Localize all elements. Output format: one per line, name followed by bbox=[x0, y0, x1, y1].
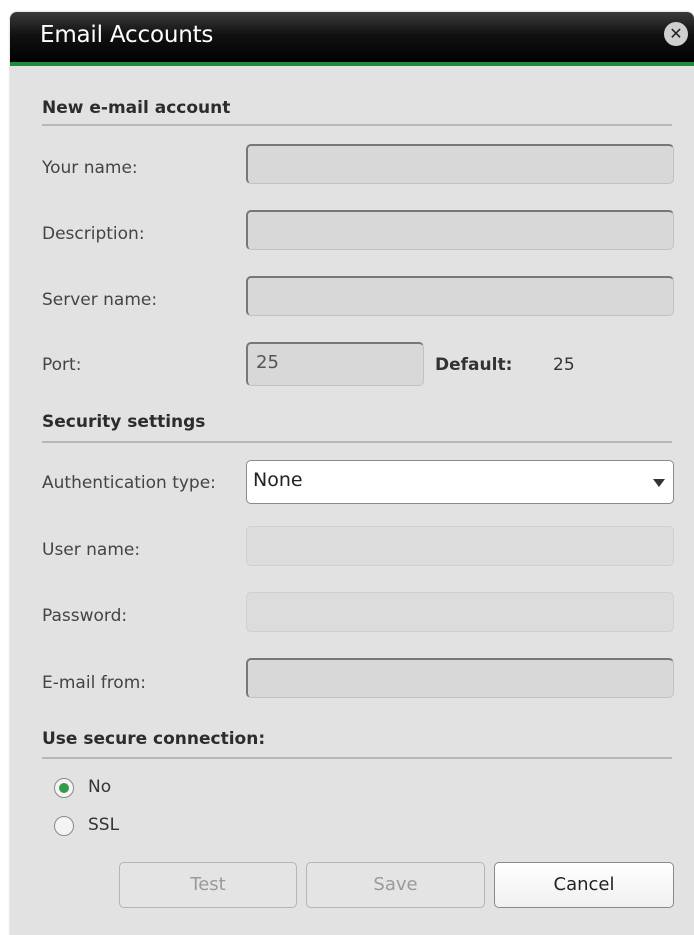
close-icon[interactable]: ✕ bbox=[664, 22, 688, 46]
save-button[interactable]: Save bbox=[306, 862, 485, 908]
your-name-label: Your name: bbox=[42, 158, 138, 178]
title-accent-line bbox=[10, 62, 694, 66]
radio-ssl-label[interactable]: SSL bbox=[88, 815, 119, 835]
server-name-input[interactable] bbox=[246, 276, 674, 316]
user-name-label: User name: bbox=[42, 540, 141, 560]
email-accounts-dialog: Email Accounts ✕ New e-mail account Your… bbox=[10, 12, 694, 935]
port-default-label: Default: bbox=[435, 355, 513, 375]
radio-ssl[interactable] bbox=[54, 816, 74, 836]
port-input[interactable]: 25 bbox=[246, 342, 424, 386]
test-button[interactable]: Test bbox=[119, 862, 297, 908]
port-default-value: 25 bbox=[553, 355, 575, 375]
section-divider bbox=[42, 124, 672, 126]
window-title: Email Accounts bbox=[40, 22, 214, 48]
chevron-down-icon bbox=[653, 479, 665, 487]
new-account-heading: New e-mail account bbox=[42, 98, 231, 118]
radio-no-label[interactable]: No bbox=[88, 777, 111, 797]
security-heading: Security settings bbox=[42, 412, 206, 432]
your-name-input[interactable] bbox=[246, 144, 674, 184]
description-input[interactable] bbox=[246, 210, 674, 250]
email-from-input[interactable] bbox=[246, 658, 674, 698]
section-divider bbox=[42, 757, 672, 759]
section-divider bbox=[42, 441, 672, 443]
auth-type-label: Authentication type: bbox=[42, 473, 216, 493]
password-input[interactable] bbox=[246, 592, 674, 632]
server-name-label: Server name: bbox=[42, 290, 158, 310]
user-name-input[interactable] bbox=[246, 526, 674, 566]
title-bar[interactable]: Email Accounts ✕ bbox=[10, 12, 694, 62]
password-label: Password: bbox=[42, 606, 128, 626]
radio-no[interactable] bbox=[54, 778, 74, 798]
email-from-label: E-mail from: bbox=[42, 673, 146, 693]
port-label: Port: bbox=[42, 355, 82, 375]
cancel-button[interactable]: Cancel bbox=[494, 862, 674, 908]
auth-type-select[interactable]: None bbox=[246, 460, 674, 504]
description-label: Description: bbox=[42, 224, 145, 244]
secure-connection-heading: Use secure connection: bbox=[42, 729, 266, 749]
auth-type-value: None bbox=[253, 469, 303, 491]
